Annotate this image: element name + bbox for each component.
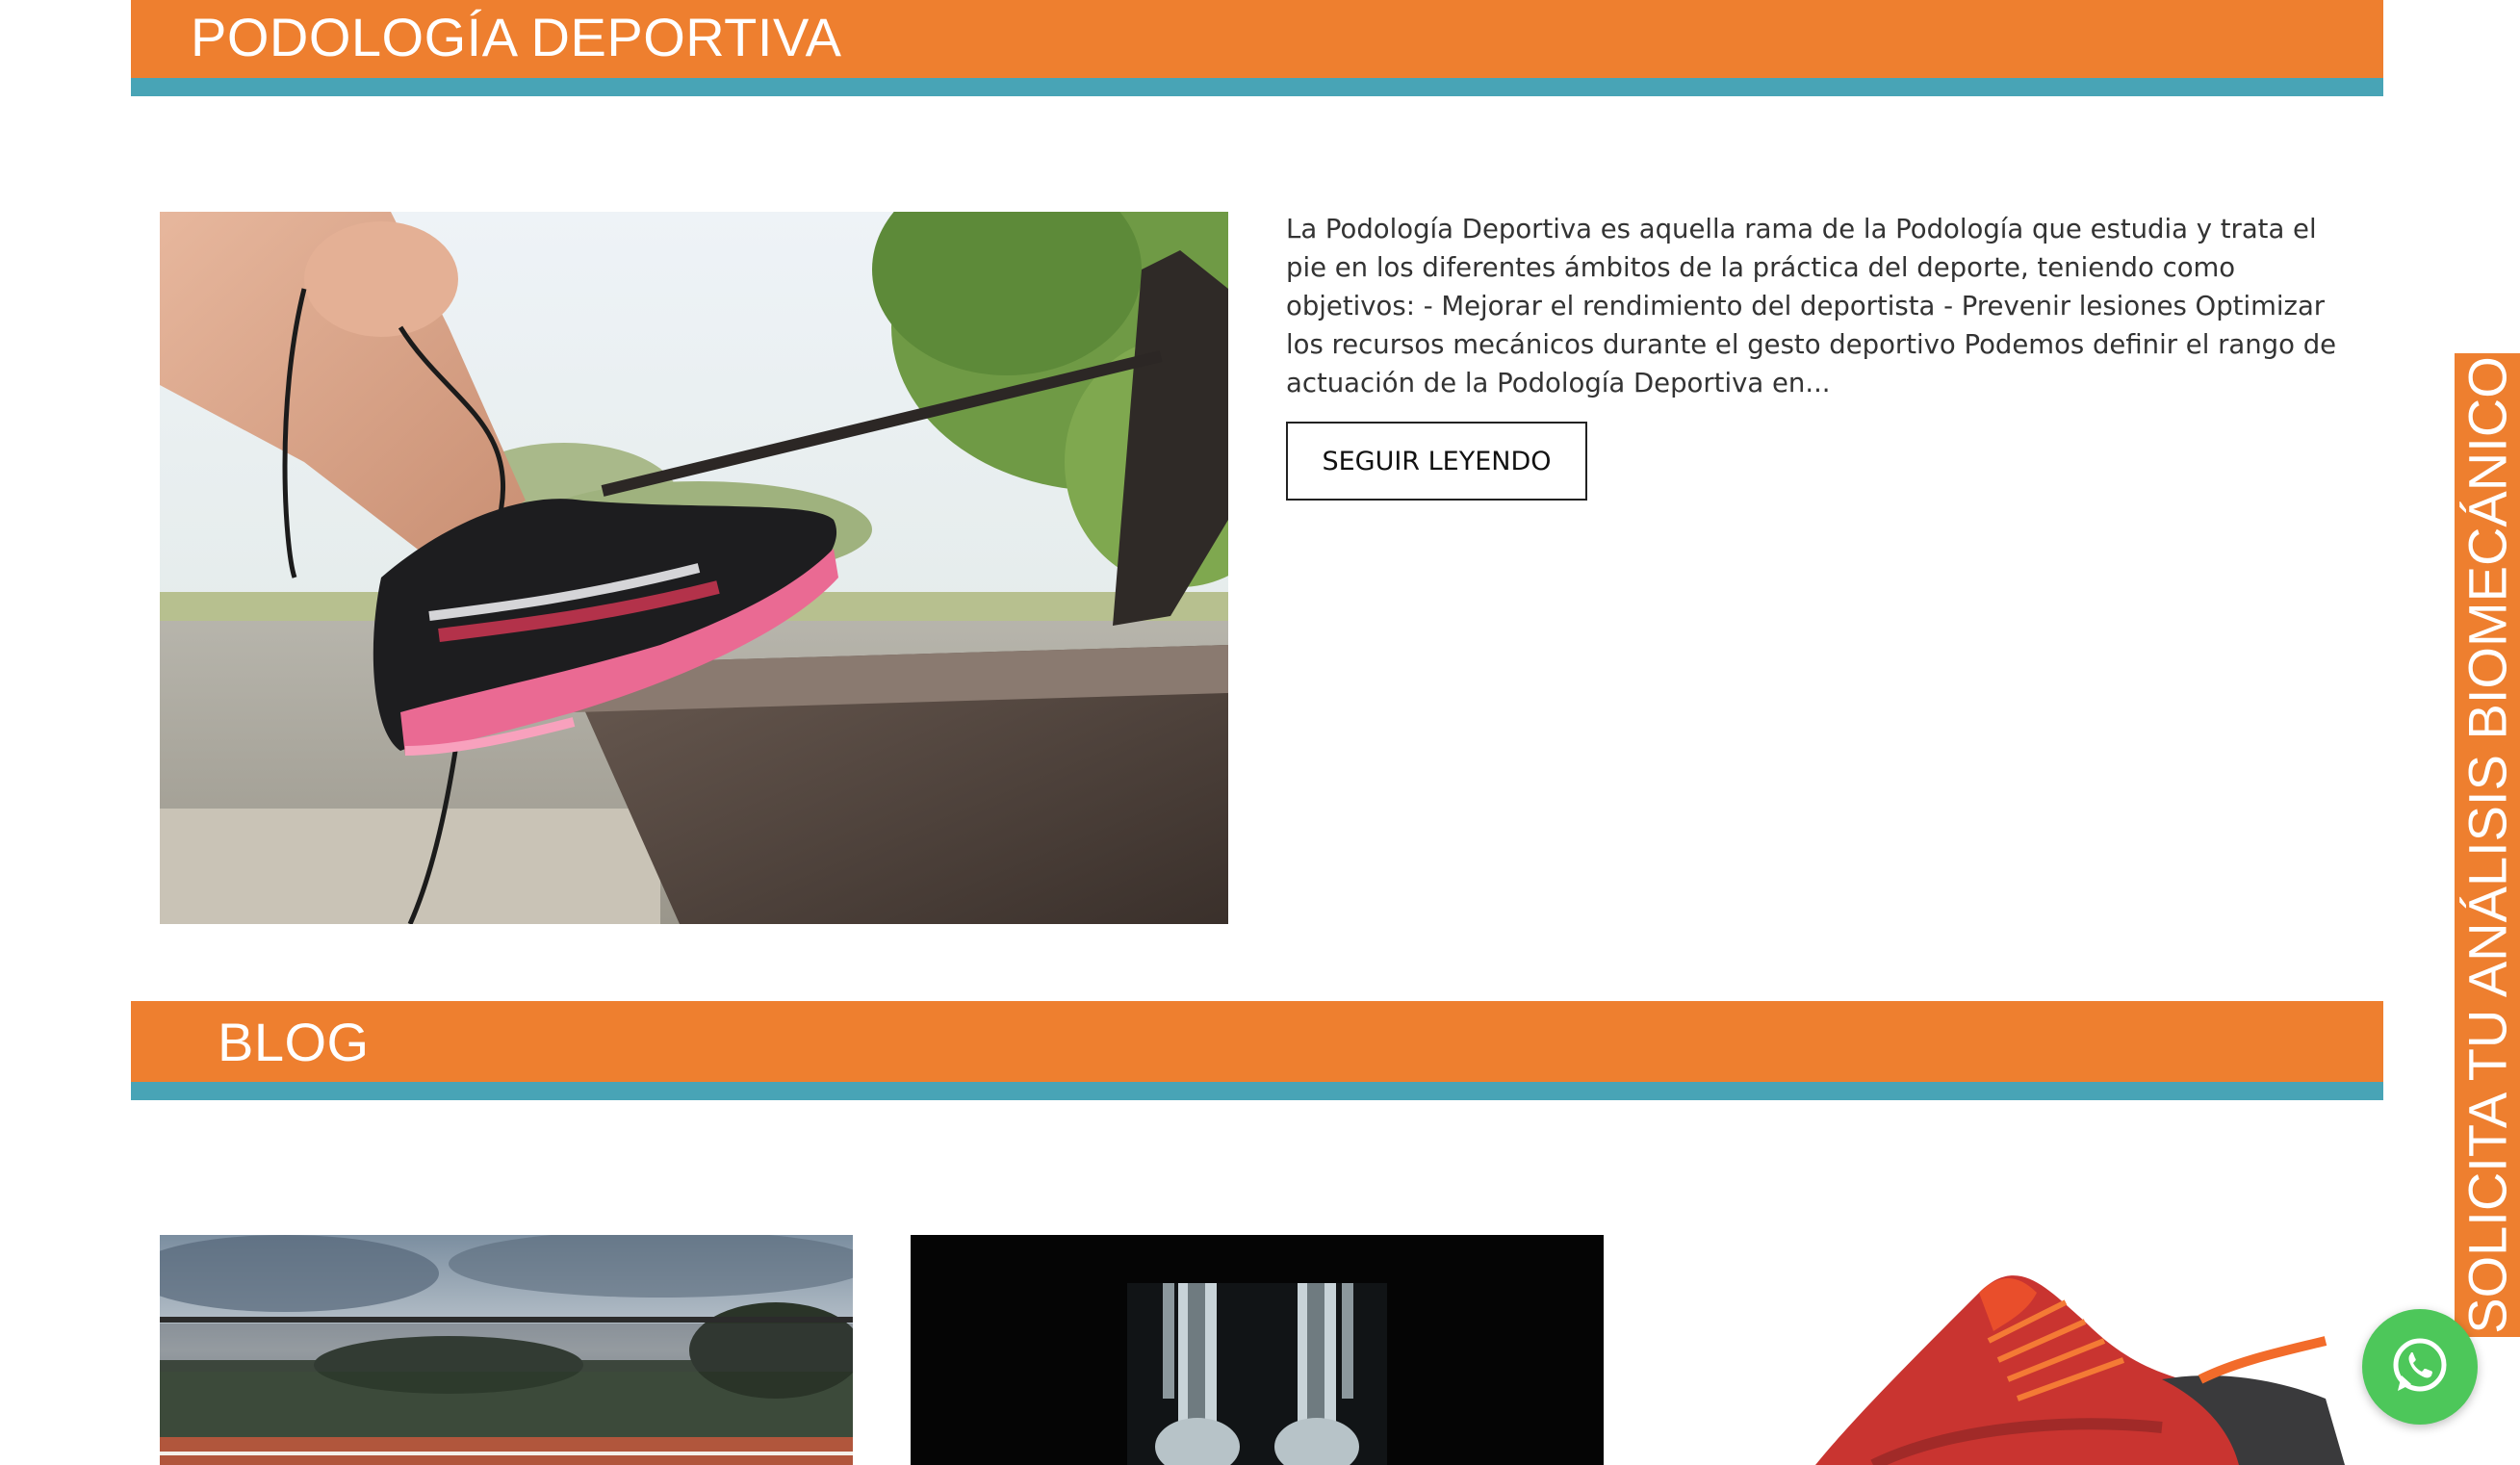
section-title: BLOG — [218, 1012, 370, 1072]
section-header-blog: BLOG — [131, 1001, 2383, 1100]
feature-image-running-shoe[interactable] — [160, 212, 1228, 924]
red-trail-shoe-photo — [1661, 1235, 2354, 1465]
section-header-podologia: PODOLOGÍA DEPORTIVA — [131, 0, 2383, 96]
side-tab-label: SOLICITA TU ANÁLISIS BIOMECÁNICO — [2456, 356, 2518, 1334]
running-shoe-photo — [160, 212, 1228, 924]
leg-xray-photo — [911, 1235, 1604, 1465]
tennis-court-photo — [160, 1235, 853, 1465]
blog-card-tennis[interactable] — [160, 1235, 853, 1465]
section-title: PODOLOGÍA DEPORTIVA — [191, 7, 842, 67]
read-more-button[interactable]: SEGUIR LEYENDO — [1286, 422, 1587, 501]
page: PODOLOGÍA DEPORTIVA La Podología Deporti… — [0, 0, 2520, 1465]
blog-card-trail-shoe[interactable] — [1661, 1235, 2354, 1465]
blog-card-xray[interactable] — [911, 1235, 1604, 1465]
feature-excerpt: La Podología Deportiva es aquella rama d… — [1286, 214, 2337, 398]
biomechanical-analysis-tab[interactable]: SOLICITA TU ANÁLISIS BIOMECÁNICO — [2455, 353, 2520, 1337]
whatsapp-icon — [2393, 1338, 2447, 1392]
whatsapp-button[interactable] — [2362, 1309, 2478, 1425]
